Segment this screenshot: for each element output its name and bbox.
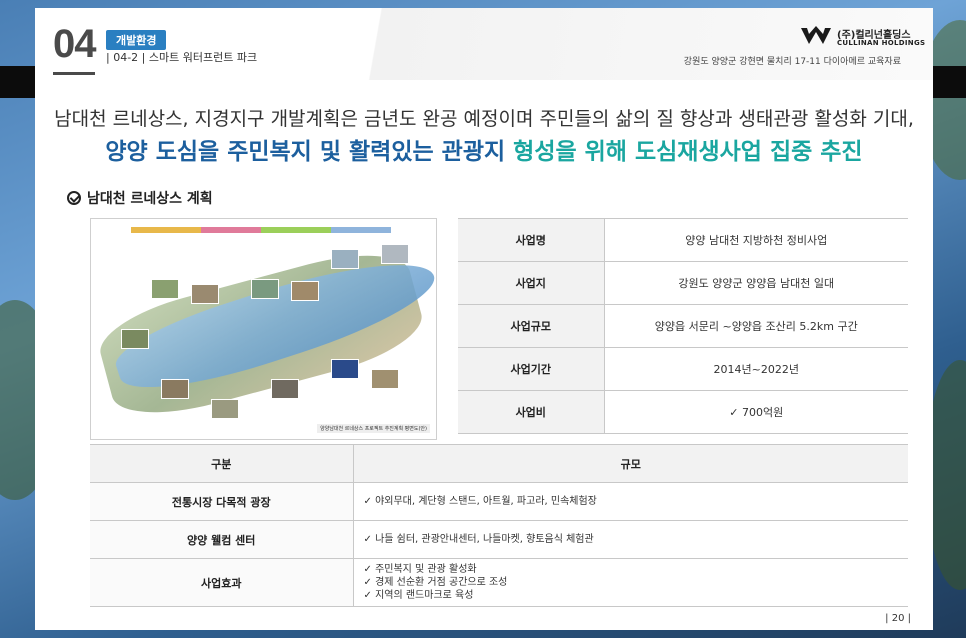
header-address: 강원도 양양군 강현면 물치리 17-11 다이아메르 교육자료 <box>683 57 901 67</box>
check-circle-icon <box>67 191 81 205</box>
map-photo-thumbnail <box>151 279 179 299</box>
check-list-item: 지역의 랜드마크로 육성 <box>364 589 909 602</box>
headline-line1: 남대천 르네상스, 지경지구 개발계획은 금년도 완공 예정이며 주민들의 삶의… <box>54 108 914 130</box>
section-number: 04 <box>53 22 96 66</box>
facility-scale-table: 구분 규모 전통시장 다목적 광장 야외무대, 계단형 스탠드, 아트월, 파고… <box>90 444 908 607</box>
check-list-item: 경제 선순환 거점 공간으로 조성 <box>364 576 909 589</box>
info-label: 사업규모 <box>458 304 605 348</box>
section-title-text: 남대천 르네상스 계획 <box>87 191 213 207</box>
map-photo-thumbnail <box>251 279 279 299</box>
map-caption: 양양남대천 르네상스 프로젝트 추진계획 평면도(안) <box>317 424 430 433</box>
table-header-row: 구분 규모 <box>90 444 908 483</box>
row-label: 전통시장 다목적 광장 <box>90 482 354 521</box>
map-photo-thumbnail <box>271 379 299 399</box>
map-zone-strip <box>131 227 201 233</box>
table-row: 사업명 양양 남대천 지방하천 정비사업 <box>458 218 908 262</box>
headline-line2-blue: 양양 도심을 주민복지 및 활력있는 관광지 <box>105 139 514 165</box>
row-label: 사업효과 <box>90 558 354 607</box>
headline-line2-teal: 형성을 위해 도심재생사업 집중 추진 <box>513 139 863 165</box>
check-list-item: 야외무대, 계단형 스탠드, 아트월, 파고라, 민속체험장 <box>364 495 909 508</box>
company-logo-icon <box>801 26 831 44</box>
column-header: 규모 <box>353 444 908 483</box>
table-row: 사업기간 2014년~2022년 <box>458 347 908 391</box>
map-photo-thumbnail <box>291 281 319 301</box>
info-label: 사업명 <box>458 218 605 262</box>
section-badge: 개발환경 <box>106 30 167 50</box>
row-content: 주민복지 및 관광 활성화 경제 선순환 거점 공간으로 조성 지역의 랜드마크… <box>353 558 909 607</box>
map-photo-thumbnail <box>211 399 239 419</box>
map-photo-thumbnail <box>331 249 359 269</box>
info-value: 양양읍 서문리 ~양양읍 조산리 5.2km 구간 <box>604 304 908 348</box>
map-zone-strip <box>201 227 261 233</box>
map-zone-strip <box>331 227 391 233</box>
map-photo-thumbnail <box>331 359 359 379</box>
map-photo-thumbnail <box>161 379 189 399</box>
info-value: ✓ 700억원 <box>604 390 908 434</box>
info-value: 2014년~2022년 <box>604 347 908 391</box>
section-number-underline <box>53 72 95 75</box>
table-row: 양양 웰컴 센터 나들 쉼터, 관광안내센터, 나들마켓, 향토음식 체험관 <box>90 520 909 559</box>
table-row: 사업규모 양양읍 서문리 ~양양읍 조산리 5.2km 구간 <box>458 304 908 348</box>
check-list-item: 주민복지 및 관광 활성화 <box>364 563 909 576</box>
map-zone-strip <box>261 227 331 233</box>
table-row: 사업비 ✓ 700억원 <box>458 390 908 434</box>
slide-page: 04 개발환경 | 04-2 | 스마트 워터프런트 파크 (주)컬리넌홀딩스 … <box>35 8 933 630</box>
info-label: 사업지 <box>458 261 605 305</box>
info-label: 사업기간 <box>458 347 605 391</box>
row-content: 나들 쉼터, 관광안내센터, 나들마켓, 향토음식 체험관 <box>353 520 909 559</box>
page-number: | 20 | <box>885 613 911 624</box>
column-header: 구분 <box>90 444 354 483</box>
headline-line2: 양양 도심을 주민복지 및 활력있는 관광지 형성을 위해 도심재생사업 집중 … <box>35 132 933 166</box>
table-row: 사업효과 주민복지 및 관광 활성화 경제 선순환 거점 공간으로 조성 지역의… <box>90 558 909 607</box>
info-label: 사업비 <box>458 390 605 434</box>
row-label: 양양 웰컴 센터 <box>90 520 354 559</box>
slide-header: 04 개발환경 | 04-2 | 스마트 워터프런트 파크 (주)컬리넌홀딩스 … <box>35 8 933 80</box>
map-photo-thumbnail <box>381 244 409 264</box>
info-value: 양양 남대천 지방하천 정비사업 <box>604 218 908 262</box>
table-row: 사업지 강원도 양양군 양양읍 남대천 일대 <box>458 261 908 305</box>
company-name-english: CULLINAN HOLDINGS <box>837 39 926 47</box>
map-photo-thumbnail <box>121 329 149 349</box>
info-value: 강원도 양양군 양양읍 남대천 일대 <box>604 261 908 305</box>
map-photo-thumbnail <box>191 284 219 304</box>
map-photo-thumbnail <box>371 369 399 389</box>
row-content: 야외무대, 계단형 스탠드, 아트월, 파고라, 민속체험장 <box>353 482 909 521</box>
project-plan-map-image: 양양남대천 르네상스 프로젝트 추진계획 평면도(안) <box>90 218 437 440</box>
project-info-table: 사업명 양양 남대천 지방하천 정비사업 사업지 강원도 양양군 양양읍 남대천… <box>458 218 908 434</box>
table-row: 전통시장 다목적 광장 야외무대, 계단형 스탠드, 아트월, 파고라, 민속체… <box>90 482 909 521</box>
section-subtitle: | 04-2 | 스마트 워터프런트 파크 <box>106 51 258 64</box>
check-list-item: 나들 쉼터, 관광안내센터, 나들마켓, 향토음식 체험관 <box>364 533 909 546</box>
section-title: 남대천 르네상스 계획 <box>67 188 213 208</box>
